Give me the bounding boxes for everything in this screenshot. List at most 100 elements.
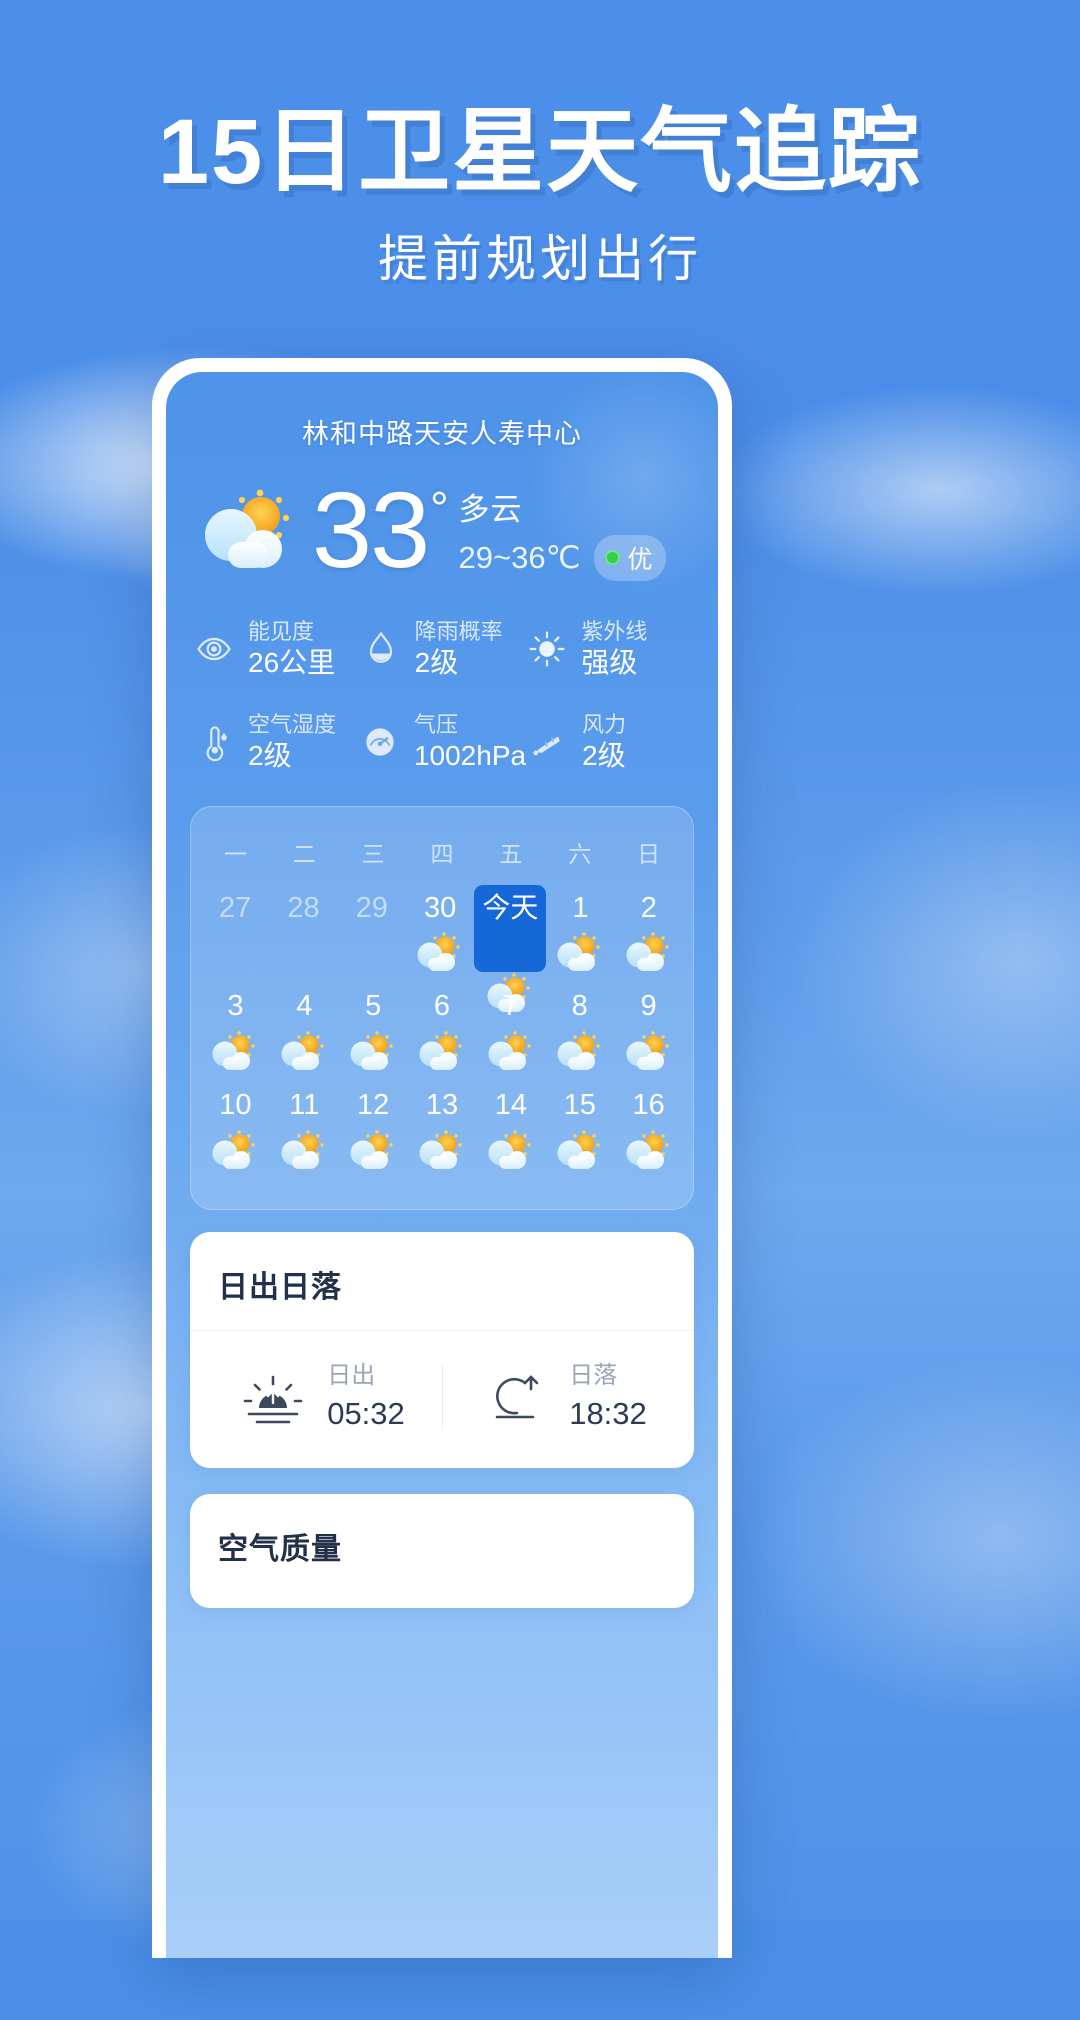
current-temperature: 33° xyxy=(312,476,449,584)
calendar-cell[interactable]: 4 xyxy=(270,985,339,1074)
degree-symbol: ° xyxy=(430,482,448,534)
metric-label: 空气湿度 xyxy=(248,711,337,737)
partly-cloudy-icon xyxy=(339,1125,408,1173)
sunset-icon xyxy=(479,1367,551,1427)
calendar-day-label: 28 xyxy=(287,891,320,924)
partly-cloudy-icon xyxy=(339,1026,408,1074)
partly-cloudy-icon xyxy=(476,1026,545,1074)
calendar-week-row: 3 4 5 6 7 8 9 xyxy=(201,985,683,1074)
calendar-weekday-header: 一 二 三 四 五 六 日 xyxy=(201,827,683,887)
weekday-label: 二 xyxy=(292,840,316,867)
calendar-day-label: 12 xyxy=(357,1089,390,1122)
current-detail: 多云 29~36℃ 优 xyxy=(459,480,667,581)
metric-value: 2级 xyxy=(248,740,292,772)
eye-icon xyxy=(192,627,236,671)
calendar-day-label: 16 xyxy=(632,1089,665,1122)
page-subtitle: 提前规划出行 xyxy=(378,230,702,287)
metric-humidity[interactable]: 空气湿度 2级 xyxy=(192,711,358,772)
cloud-shape xyxy=(700,700,1080,1220)
partly-cloudy-icon xyxy=(615,927,683,975)
partly-cloudy-icon xyxy=(614,1125,683,1173)
condition-text: 多云 xyxy=(458,491,523,527)
calendar-cell[interactable]: 6 xyxy=(408,985,477,1074)
calendar-day-label: 11 xyxy=(289,1089,320,1122)
thermometer-icon xyxy=(192,720,236,764)
calendar-cell[interactable]: 3 xyxy=(201,985,270,1074)
calendar-cell[interactable]: 9 xyxy=(614,985,683,1074)
partly-cloudy-icon xyxy=(201,1026,270,1074)
partly-cloudy-icon xyxy=(270,1026,339,1074)
calendar-day-label: 1 xyxy=(572,891,589,924)
metric-label: 气压 xyxy=(413,711,458,737)
sunset-time: 18:32 xyxy=(569,1395,647,1431)
calendar-cell[interactable]: 1 xyxy=(546,887,614,976)
calendar-cell[interactable]: 28 xyxy=(269,887,337,976)
calendar-day-label: 今天 xyxy=(482,891,539,923)
metric-label: 降雨概率 xyxy=(414,618,503,644)
calendar-cell[interactable]: 14 xyxy=(476,1084,545,1173)
phone-mockup: 林和中路天安人寿中心 33° 多云 29~36℃ 优 能见度 26公里 降雨概率… xyxy=(152,358,732,1958)
calendar-day-label: 9 xyxy=(640,990,657,1023)
weekday-label: 三 xyxy=(361,840,385,867)
calendar-cell[interactable]: 10 xyxy=(201,1084,270,1173)
location-title[interactable]: 林和中路天安人寿中心 xyxy=(166,372,718,451)
metric-value: 2级 xyxy=(582,740,626,772)
calendar-day-label: 2 xyxy=(640,891,657,924)
gauge-icon xyxy=(358,720,402,764)
calendar-day-label: 4 xyxy=(296,990,313,1023)
calendar-cell[interactable]: 30 xyxy=(406,887,474,976)
calendar-day-label: 14 xyxy=(494,1089,527,1122)
metric-pressure[interactable]: 气压 1002hPa xyxy=(358,711,526,772)
calendar-cell[interactable]: 5 xyxy=(339,985,408,1074)
calendar-cell[interactable]: 7 xyxy=(476,985,545,1074)
partly-cloudy-icon xyxy=(201,1125,270,1173)
calendar-cell[interactable]: 8 xyxy=(545,985,614,1074)
sunrise-block[interactable]: 日出 05:32 xyxy=(200,1361,442,1434)
current-weather: 33° 多云 29~36℃ 优 xyxy=(166,451,718,584)
calendar-cell[interactable]: 29 xyxy=(338,887,406,976)
calendar-cell[interactable]: 16 xyxy=(614,1084,683,1173)
calendar-day-label: 6 xyxy=(433,990,451,1023)
metric-value: 26公里 xyxy=(248,647,336,679)
calendar-cell-today[interactable]: 今天 xyxy=(474,884,547,1013)
calendar-cell[interactable]: 13 xyxy=(408,1084,477,1173)
calendar-day-label: 29 xyxy=(355,891,388,924)
partly-cloudy-icon xyxy=(270,1125,339,1173)
sun-icon xyxy=(525,627,569,671)
card-title: 日出日落 xyxy=(190,1232,694,1331)
calendar-day-label: 15 xyxy=(563,1089,596,1122)
status-badge[interactable]: 优 xyxy=(594,534,667,581)
calendar-day-label: 7 xyxy=(502,990,519,1023)
sunset-label: 日落 xyxy=(569,1361,618,1389)
calendar-cell[interactable]: 11 xyxy=(270,1084,339,1173)
aqi-dot-icon xyxy=(605,550,621,566)
weekday-label: 四 xyxy=(430,840,454,867)
partly-cloudy-icon xyxy=(476,1125,545,1173)
sunrise-icon xyxy=(237,1367,309,1427)
partly-cloudy-icon xyxy=(614,1026,683,1074)
sunrise-time: 05:32 xyxy=(327,1395,405,1431)
sunset-block[interactable]: 日落 18:32 xyxy=(442,1361,684,1434)
metric-visibility[interactable]: 能见度 26公里 xyxy=(192,619,359,679)
calendar-cell[interactable]: 15 xyxy=(545,1084,614,1173)
weekday-label: 五 xyxy=(499,840,523,867)
sunrise-sunset-card: 日出日落 日出 05:32 日落 18:32 xyxy=(190,1231,694,1468)
partly-cloudy-icon xyxy=(406,927,474,975)
calendar-day-label: 10 xyxy=(219,1089,252,1122)
calendar-weeks: 27 28 29 30 今天 1 2 3 4 5 6 7 8 9 10 11 1… xyxy=(201,884,683,1173)
calendar-cell[interactable]: 27 xyxy=(201,887,269,976)
calendar-cell[interactable]: 2 xyxy=(615,887,683,976)
droplet-icon xyxy=(359,627,403,671)
metric-label: 风力 xyxy=(582,711,627,737)
sunrise-label: 日出 xyxy=(327,1361,376,1389)
calendar-day-label: 8 xyxy=(571,990,588,1023)
calendar-day-label: 3 xyxy=(227,990,244,1023)
calendar-day-label: 5 xyxy=(365,990,382,1023)
metric-wind[interactable]: 风力 2级 xyxy=(526,711,692,772)
aqi-label: 优 xyxy=(627,545,653,574)
partly-cloudy-icon xyxy=(545,1026,614,1074)
calendar-week-row: 10 11 12 13 14 15 16 xyxy=(201,1084,683,1173)
metric-rain-probability[interactable]: 降雨概率 2级 xyxy=(359,618,526,679)
metric-value: 2级 xyxy=(414,647,459,679)
calendar-cell[interactable]: 12 xyxy=(339,1084,408,1173)
